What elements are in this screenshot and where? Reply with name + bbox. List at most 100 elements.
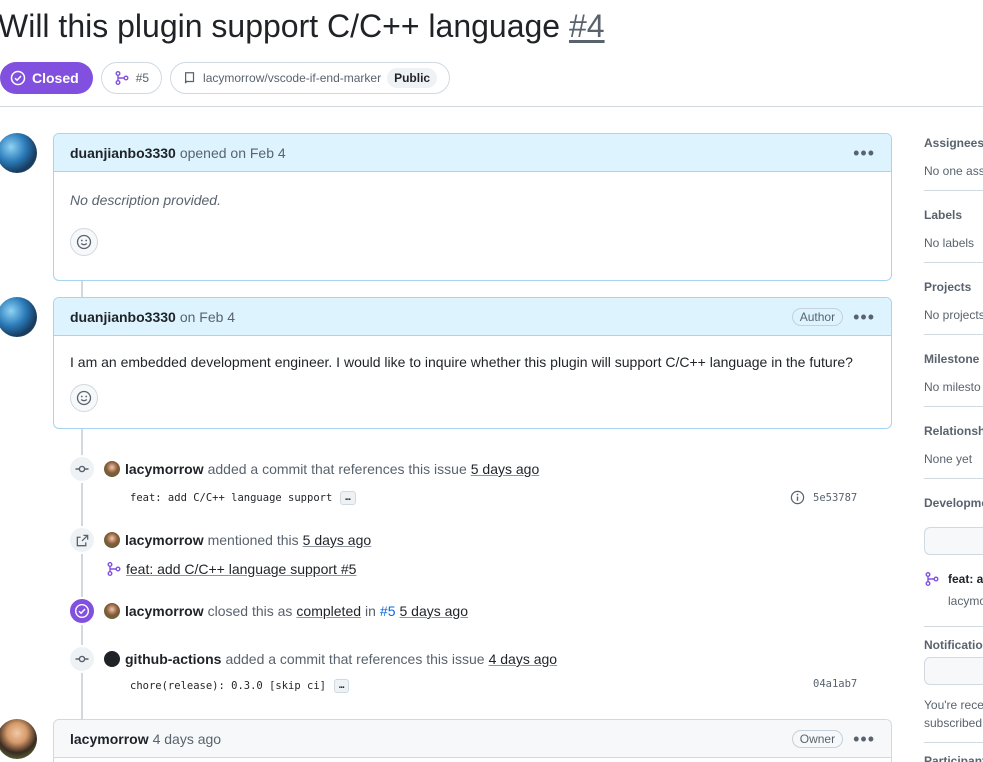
event-time-link[interactable]: 5 days ago (400, 603, 469, 619)
kebab-menu-icon[interactable]: ••• (853, 730, 875, 748)
sidebar-relationships[interactable]: Relationshi None yet (924, 424, 983, 466)
avatar[interactable] (0, 133, 37, 173)
comment-author[interactable]: duanjianbo3330 (70, 309, 176, 325)
close-reason-link[interactable]: completed (296, 603, 361, 619)
pull-request-icon (115, 71, 129, 85)
repo-name: lacymorrow/vscode-if-end-marker (203, 71, 382, 85)
event-text: added a commit that references this issu… (225, 651, 485, 667)
comment-header: duanjianbo3330 opened on Feb 4 ••• (54, 134, 891, 172)
development-linked-pr[interactable]: feat: ac (924, 571, 983, 587)
sidebar-section-title: Relationshi (924, 424, 983, 438)
issue-title: Will this plugin support C/C++ language … (0, 8, 605, 45)
check-circle-icon (10, 70, 26, 86)
sidebar-projects[interactable]: Projects No projects (924, 280, 983, 322)
sidebar-section-value: No labels (924, 236, 975, 250)
event-time-link[interactable]: 5 days ago (471, 461, 540, 477)
sidebar-divider (924, 190, 983, 191)
commit-message[interactable]: chore(release): 0.3.0 [skip ci] (130, 680, 326, 692)
comment: duanjianbo3330 on Feb 4 Author ••• I am … (53, 297, 892, 429)
avatar[interactable] (104, 461, 120, 477)
add-reaction-button[interactable] (70, 228, 98, 256)
timeline-connector (81, 280, 83, 297)
linked-pr-number: #5 (135, 71, 150, 85)
closing-pr-link[interactable]: #5 (380, 603, 396, 619)
subscribe-button[interactable] (924, 657, 983, 685)
expand-commit-button[interactable]: … (333, 679, 350, 693)
timeline-event-closed: lacymorrow closed this as completed in #… (68, 597, 472, 625)
sidebar-divider (924, 406, 983, 407)
expand-commit-button[interactable]: … (340, 491, 356, 505)
sidebar-divider (924, 334, 983, 335)
issue-title-text: Will this plugin support C/C++ language (0, 8, 561, 44)
closed-check-icon (68, 597, 96, 625)
git-commit-icon (68, 455, 96, 483)
create-branch-button[interactable] (924, 527, 983, 555)
sidebar-section-title: Projects (924, 280, 972, 294)
event-text: added a commit that references this issu… (207, 461, 467, 477)
sidebar-section-title: Notification (924, 638, 983, 652)
sidebar-labels[interactable]: Labels No labels (924, 208, 983, 250)
event-time-link[interactable]: 5 days ago (303, 532, 372, 548)
sidebar-milestone[interactable]: Milestone No milesto (924, 352, 983, 394)
comment-author[interactable]: duanjianbo3330 (70, 145, 176, 161)
sidebar-participants: Participant (924, 754, 983, 762)
kebab-menu-icon[interactable]: ••• (853, 144, 875, 162)
sidebar-divider (924, 262, 983, 263)
event-text: closed this as (207, 603, 293, 619)
linked-pr-pill[interactable]: #5 (100, 62, 163, 94)
avatar[interactable] (104, 532, 120, 548)
sidebar-divider (924, 478, 983, 479)
github-actions-avatar[interactable] (104, 651, 120, 667)
commit-sha-group: 04a1ab7 (813, 678, 857, 690)
avatar[interactable] (104, 603, 120, 619)
repo-pill[interactable]: lacymorrow/vscode-if-end-marker Public (170, 62, 451, 94)
sidebar-divider (924, 742, 983, 743)
event-actor[interactable]: lacymorrow (125, 532, 204, 548)
event-time-link[interactable]: 4 days ago (489, 651, 558, 667)
notifications-status: You're rece subscribed (924, 696, 983, 732)
commit-sha[interactable]: 04a1ab7 (813, 678, 857, 690)
avatar[interactable] (0, 719, 37, 759)
sidebar-notifications: Notification (924, 638, 983, 652)
add-reaction-button[interactable] (70, 384, 98, 412)
info-icon[interactable] (790, 490, 805, 505)
timeline-event-commit: github-actions added a commit that refer… (68, 645, 561, 673)
sidebar-section-title: Labels (924, 208, 963, 222)
event-actor[interactable]: github-actions (125, 651, 221, 667)
commit-row: feat: add C/C++ language support … (130, 490, 356, 506)
comment-body: No description provided. (70, 192, 221, 208)
issue-number-link[interactable]: #4 (569, 8, 605, 44)
avatar[interactable] (0, 297, 37, 337)
notifications-line: You're rece (924, 698, 983, 712)
issue-meta-row: Closed #5 lacymorrow/vscode-if-end-marke… (0, 62, 451, 94)
comment-author[interactable]: lacymorrow (70, 731, 149, 747)
event-actor[interactable]: lacymorrow (125, 461, 204, 477)
smiley-icon (76, 390, 92, 406)
sidebar-section-value: No milesto (924, 380, 981, 394)
event-in-text: in (365, 603, 376, 619)
development-pr-author: lacymo (948, 594, 983, 608)
event-actor[interactable]: lacymorrow (125, 603, 204, 619)
sidebar-assignees[interactable]: Assignees No one ass (924, 136, 983, 178)
sidebar-section-value: None yet (924, 452, 973, 466)
author-badge: Author (791, 307, 844, 326)
comment-header: duanjianbo3330 on Feb 4 Author ••• (54, 298, 891, 336)
kebab-menu-icon[interactable]: ••• (853, 308, 875, 326)
commit-sha[interactable]: 5e53787 (813, 492, 857, 504)
comment-meta: on Feb 4 (179, 308, 236, 325)
timeline-event-mention: lacymorrow mentioned this 5 days ago (68, 526, 375, 554)
mentioned-pr-link[interactable]: feat: add C/C++ language support #5 (126, 561, 356, 577)
pull-request-icon (107, 562, 121, 576)
sidebar-section-value: No one ass (924, 164, 983, 178)
commit-message[interactable]: feat: add C/C++ language support (130, 492, 332, 504)
visibility-badge: Public (387, 68, 438, 88)
sidebar-section-title: Participant (924, 754, 983, 762)
notifications-line: subscribed (924, 716, 983, 730)
cross-reference-icon (68, 526, 96, 554)
event-text: mentioned this (207, 532, 299, 548)
comment-meta: 4 days ago (152, 730, 222, 747)
smiley-icon (76, 234, 92, 250)
sidebar-section-value: No projects (924, 308, 983, 322)
commit-row: chore(release): 0.3.0 [skip ci] … (130, 678, 350, 694)
closed-state-badge: Closed (0, 62, 93, 94)
